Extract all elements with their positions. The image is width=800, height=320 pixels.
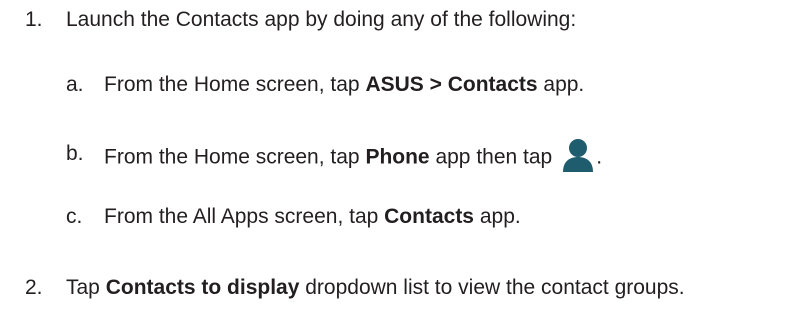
step-1c-post: app.: [474, 205, 521, 228]
step-1b-post: .: [596, 145, 603, 169]
step-1b-bold: Phone: [365, 145, 430, 169]
step-2-text: Tap Contacts to display dropdown list to…: [66, 274, 685, 302]
step-1a-bold: ASUS > Contacts: [365, 73, 538, 96]
step-1c-text: From the All Apps screen, tap Contacts a…: [104, 203, 521, 231]
step-1a-post: app.: [537, 73, 585, 96]
step-1b-mid: app then tap: [429, 145, 553, 169]
step-2-post: dropdown list to view the contact groups…: [299, 276, 685, 299]
step-1c-pre: From the All Apps screen, tap: [104, 205, 385, 228]
step-1-number: 1.: [25, 8, 43, 31]
step-1a-text: From the Home screen, tap ASUS > Contact…: [104, 71, 584, 99]
step-1-text: Launch the Contacts app by doing any of …: [66, 8, 577, 31]
step-2-pre: Tap: [66, 276, 106, 299]
instruction-document: 1. Launch the Contacts app by doing any …: [0, 0, 800, 320]
step-1b-pre: From the Home screen, tap: [104, 145, 366, 169]
step-2-bold: Contacts to display: [105, 276, 300, 299]
step-1c-bold: Contacts: [384, 205, 474, 228]
step-1a-pre: From the Home screen, tap: [104, 73, 366, 96]
step-2-number: 2.: [25, 276, 43, 299]
contact-person-icon: [562, 137, 594, 173]
step-1b-letter: b.: [66, 142, 84, 165]
step-1a-letter: a.: [66, 73, 84, 96]
step-1b-text: From the Home screen, tap Phone app then…: [104, 137, 603, 176]
step-1c-letter: c.: [66, 205, 83, 228]
